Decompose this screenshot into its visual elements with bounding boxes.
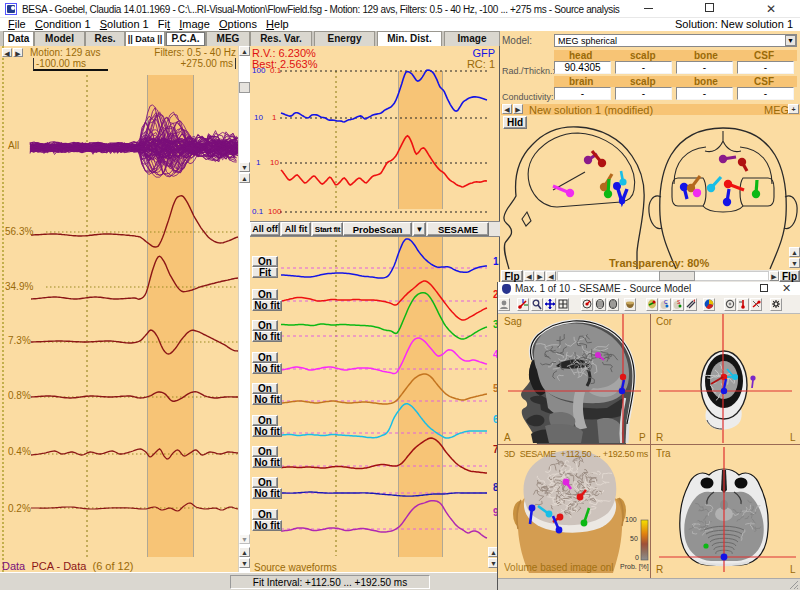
svg-text:S: S <box>677 299 681 305</box>
svg-text:C: C <box>664 299 668 305</box>
